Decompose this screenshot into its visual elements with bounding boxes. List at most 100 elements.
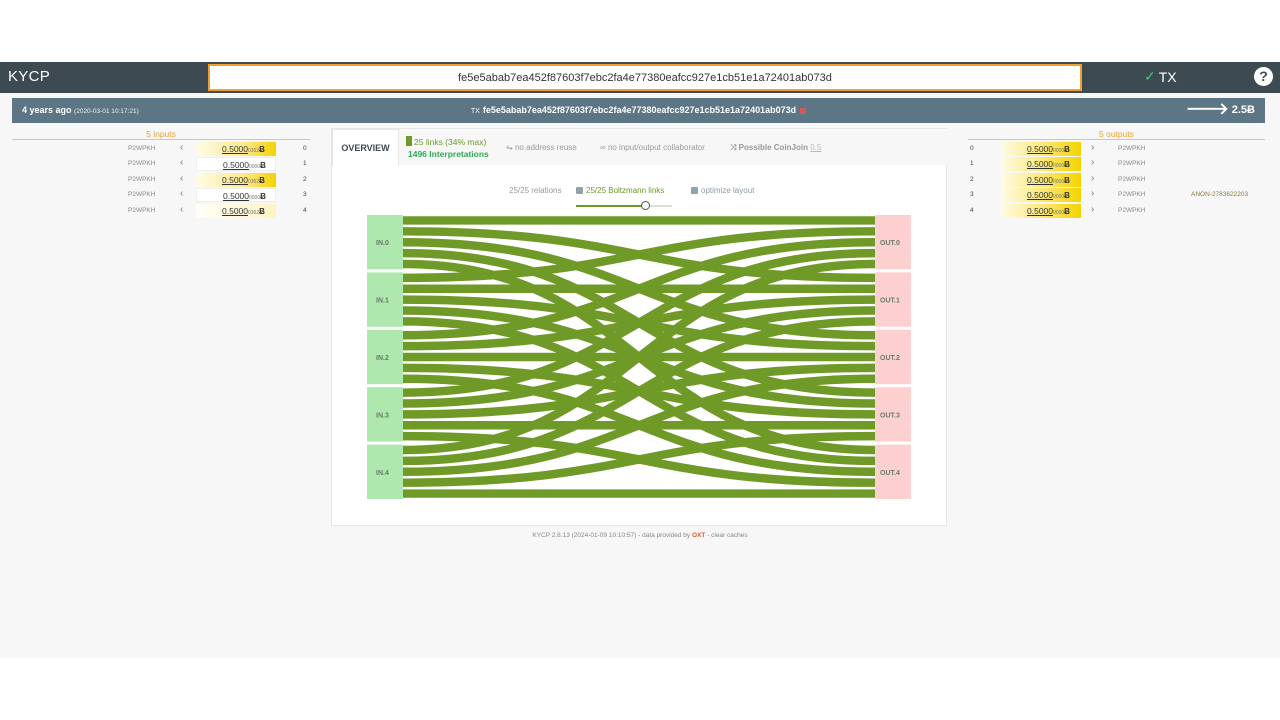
output-row[interactable]: P2WPKH › 0.50000000Ƀ 3 [966, 188, 1166, 203]
links-swatch [406, 136, 412, 146]
flag-address-reuse: ⇋ no address reuse [506, 143, 577, 152]
output-type: P2WPKH [1118, 160, 1146, 168]
chevron-right-icon[interactable]: › [1091, 204, 1094, 215]
sankey-input-node-label: IN.0 [376, 240, 389, 247]
output-row[interactable]: P2WPKH › 0.50000000Ƀ 2 [966, 172, 1166, 187]
output-row[interactable]: P2WPKH › 0.50000000Ƀ 1 [966, 157, 1166, 172]
output-amount[interactable]: 0.50000000Ƀ [1001, 188, 1081, 203]
tx-mode-label: TX [1158, 68, 1177, 85]
output-amount[interactable]: 0.50000000Ƀ [1001, 203, 1081, 218]
input-amount-main: 0.5000 [222, 174, 248, 185]
input-amount-unit: Ƀ [259, 206, 265, 216]
input-row[interactable]: P2WPKH ‹ 0.50000362Ƀ 4 [120, 203, 320, 218]
input-type: P2WPKH [128, 191, 156, 199]
sankey-input-node-label: IN.2 [376, 355, 389, 362]
output-index: 1 [970, 160, 974, 168]
input-row[interactable]: P2WPKH ‹ 0.50000362Ƀ 2 [120, 172, 320, 187]
tx-prefix: TX [470, 108, 480, 115]
link-threshold-slider[interactable] [576, 201, 672, 210]
output-amount-unit: Ƀ [1064, 145, 1070, 154]
checkbox-icon[interactable] [576, 187, 583, 194]
output-amount-unit: Ƀ [1064, 175, 1070, 185]
input-amount-small: 0000 [249, 195, 261, 202]
checkbox-icon[interactable] [691, 187, 698, 194]
output-amount[interactable]: 0.50000000Ƀ [1001, 172, 1081, 187]
boltzmann-toggle[interactable]: 25/25 Boltzmann links [576, 186, 664, 195]
chevron-right-icon[interactable]: › [1091, 188, 1094, 199]
chevron-left-icon[interactable]: ‹ [180, 188, 183, 199]
overview-tabs: OVERVIEW 25 links (34% max) 1496 Interpr… [332, 129, 948, 166]
sankey-output-node-label: OUT.2 [880, 355, 900, 362]
input-type: P2WPKH [128, 145, 156, 152]
output-type: P2WPKH [1118, 145, 1146, 152]
input-type: P2WPKH [128, 206, 156, 214]
input-row[interactable]: P2WPKH ‹ 0.50000000Ƀ 3 [120, 188, 320, 203]
brand-logo[interactable]: KYCP [8, 68, 50, 85]
input-amount[interactable]: 0.50000000Ƀ [196, 157, 276, 172]
output-type: P2WPKH [1118, 191, 1146, 199]
check-icon: ✓ [1144, 68, 1156, 84]
output-amount-small: 0000 [1053, 178, 1065, 185]
input-index: 3 [303, 191, 307, 199]
footer-clear-caches[interactable]: - clear caches [705, 532, 747, 539]
chevron-right-icon[interactable]: › [1091, 173, 1094, 184]
anon-set-label[interactable]: ANON-2783622203 [1191, 191, 1248, 198]
output-amount[interactable]: 0.50000000Ƀ [1001, 157, 1081, 172]
input-amount[interactable]: 0.50000362Ƀ [196, 203, 276, 218]
tx-id-text[interactable]: fe5e5abab7ea452f87603f7ebc2fa4e77380eafc… [483, 105, 796, 115]
link-icon: ∞ [600, 143, 606, 152]
inputs-header: 5 inputs [12, 128, 310, 140]
coinjoin-score[interactable]: 0.5 [810, 143, 821, 152]
top-bar: KYCP ✓ TX ? [0, 62, 1280, 93]
input-amount-small: 0000 [249, 164, 261, 171]
input-amount-small: 0362 [248, 148, 260, 154]
input-row[interactable]: P2WPKH ‹ 0.50000000Ƀ 1 [120, 157, 320, 172]
help-button[interactable]: ? [1254, 67, 1273, 86]
output-amount[interactable]: 0.50000000Ƀ [1001, 142, 1081, 156]
input-amount[interactable]: 0.50000000Ƀ [196, 188, 276, 203]
sankey-input-node-label: IN.4 [376, 470, 389, 477]
input-index: 2 [303, 175, 307, 183]
input-amount[interactable]: 0.50000362Ƀ [196, 172, 276, 187]
output-index: 4 [970, 206, 974, 214]
chevron-right-icon[interactable]: › [1091, 157, 1094, 168]
input-amount-unit: Ƀ [259, 145, 265, 154]
input-row[interactable]: P2WPKH ‹ 0.50000362Ƀ 0 [120, 142, 320, 156]
chevron-left-icon[interactable]: ‹ [180, 157, 183, 168]
chevron-left-icon[interactable]: ‹ [180, 204, 183, 215]
output-row[interactable]: P2WPKH › 0.50000000Ƀ 4 [966, 203, 1166, 218]
interpretations-count: 1496 Interpretations [408, 149, 489, 159]
boltzmann-label: 25/25 Boltzmann links [586, 186, 665, 195]
output-index: 3 [970, 191, 974, 199]
output-amount-main: 0.5000 [1027, 205, 1053, 216]
tx-total: 🡒 2.5Ƀ [1186, 102, 1255, 118]
output-amount-main: 0.5000 [1027, 159, 1053, 170]
input-amount-small: 0362 [248, 178, 260, 185]
tx-mode-indicator[interactable]: ✓ TX [1144, 68, 1177, 85]
output-amount-main: 0.5000 [1027, 190, 1053, 201]
slider-handle[interactable] [641, 201, 651, 210]
copy-icon[interactable] [800, 107, 807, 114]
txid-search-input[interactable] [208, 64, 1082, 91]
sankey-output-node-label: OUT.3 [880, 412, 900, 419]
output-amount-small: 0000 [1053, 148, 1065, 154]
input-amount[interactable]: 0.50000362Ƀ [196, 142, 276, 156]
footer-provider[interactable]: OXT [692, 532, 705, 539]
input-amount-main: 0.5000 [222, 205, 248, 216]
shuffle-icon: ⇋ [506, 143, 513, 152]
sankey-diagram: IN.0 IN.1 IN.2 IN.3 IN.4 OUT.0 OUT.1 OUT.2 OUT.3… [367, 215, 911, 499]
output-amount-small: 0000 [1053, 194, 1065, 201]
output-amount-unit: Ƀ [1064, 160, 1070, 170]
flag-address-reuse-label: no address reuse [514, 143, 577, 152]
tab-overview[interactable]: OVERVIEW [332, 129, 399, 166]
input-type: P2WPKH [128, 160, 156, 168]
chevron-left-icon[interactable]: ‹ [180, 142, 183, 153]
optimize-toggle[interactable]: optimize layout [691, 186, 754, 195]
chevron-right-icon[interactable]: › [1091, 142, 1094, 153]
flag-collaborator: ∞ no input/output collaborator [600, 143, 705, 152]
output-row[interactable]: P2WPKH › 0.50000000Ƀ 0 [966, 142, 1166, 156]
chevron-left-icon[interactable]: ‹ [180, 173, 183, 184]
input-index: 0 [303, 145, 307, 152]
relations-count: 25/25 relations [509, 186, 562, 195]
footer-version: KYCP 2.8.13 (2024-01-09 10:10:57) - data… [532, 532, 692, 539]
